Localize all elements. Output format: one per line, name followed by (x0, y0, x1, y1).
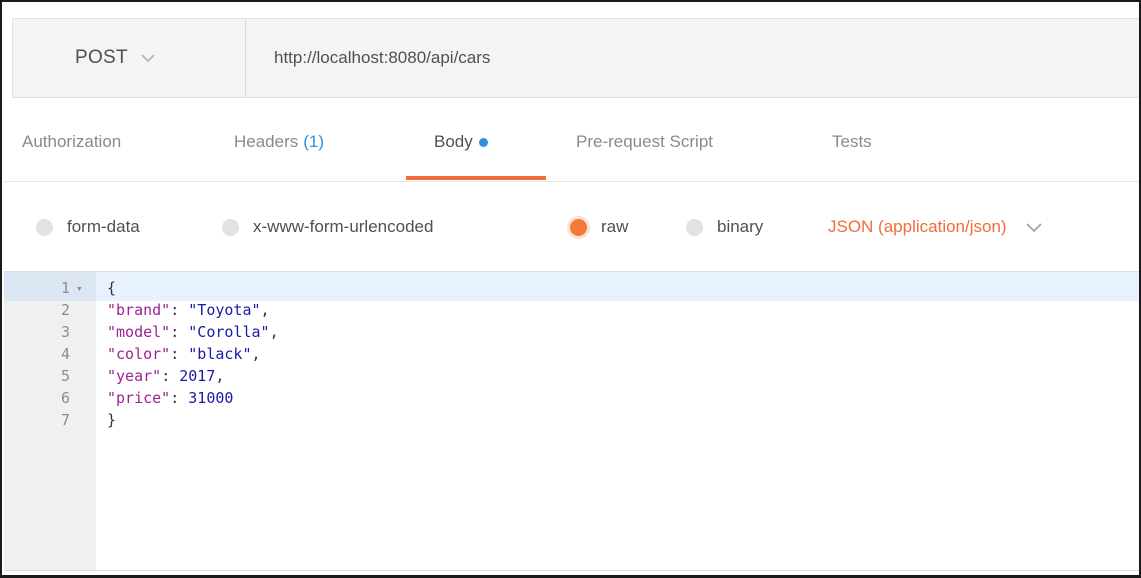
code-text: "model": "Corolla", (107, 322, 279, 343)
line-number: 7 (60, 411, 70, 429)
tab-label: Tests (832, 132, 872, 151)
content-type-label: JSON (application/json) (828, 217, 1007, 236)
code-text: "brand": "Toyota", (107, 300, 270, 321)
active-tab-indicator (406, 176, 546, 180)
tab-label: Body (434, 132, 473, 151)
tab-tests[interactable]: Tests (832, 102, 872, 182)
line-number: 3 (60, 323, 70, 341)
tab-label: Pre-request Script (576, 132, 713, 151)
code-text: "year": 2017, (107, 366, 224, 387)
tab-label: Authorization (22, 132, 122, 151)
radio-x-www-form-urlencoded[interactable]: x-www-form-urlencoded (222, 183, 433, 271)
method-select[interactable]: POST (13, 19, 245, 97)
json-punctuation: , (215, 367, 225, 385)
chevron-down-icon (1025, 218, 1043, 236)
code-editor[interactable]: 1 ▾ {2 "brand": "Toyota", 3 "model": "Corolla… (4, 271, 1139, 571)
radio-form-data[interactable]: form-data (36, 183, 140, 271)
json-punctuation: , (251, 345, 261, 363)
postman-request-panel: POST http://localhost:8080/api/cars Auth… (0, 0, 1141, 578)
code-line: 1 ▾ { (4, 278, 1139, 299)
code-line: 3 "model": "Corolla", (4, 322, 1139, 343)
json-value: "black" (188, 345, 252, 363)
radio-binary[interactable]: binary (686, 183, 763, 271)
tab-authorization[interactable]: Authorization (22, 102, 121, 182)
json-key: "model" (107, 323, 171, 341)
radio-unchecked-icon[interactable] (222, 218, 239, 236)
code-text: "color": "black", (107, 344, 261, 365)
json-punctuation: : (170, 301, 189, 319)
fold-toggle-icon[interactable]: ▾ (76, 278, 83, 299)
radio-unchecked-icon[interactable] (686, 218, 703, 236)
json-punctuation: : (170, 345, 189, 363)
json-value: 31000 (188, 389, 234, 407)
code-text: "price": 31000 (107, 388, 233, 409)
tab-body[interactable]: Body (434, 102, 488, 182)
json-punctuation: : (161, 367, 180, 385)
headers-count-badge: (1) (303, 132, 325, 151)
tab-label: Headers (234, 132, 299, 151)
json-punctuation: , (269, 323, 279, 341)
code-text: } (107, 410, 116, 431)
url-input[interactable]: http://localhost:8080/api/cars (246, 19, 1139, 97)
body-type-selector: form-data x-www-form-urlencoded raw bina… (4, 183, 1139, 271)
json-punctuation: } (107, 411, 117, 429)
radio-unchecked-icon[interactable] (36, 218, 53, 236)
code-line: 5 "year": 2017, (4, 366, 1139, 387)
code-text: { (107, 278, 116, 299)
code-line: 7} (4, 410, 1139, 431)
content-type-dropdown[interactable]: JSON (application/json) (828, 183, 1043, 271)
line-number: 2 (60, 301, 70, 319)
tab-pre-request-script[interactable]: Pre-request Script (576, 102, 713, 182)
code-line: 2 "brand": "Toyota", (4, 300, 1139, 321)
json-key: "price" (107, 389, 171, 407)
radio-label: x-www-form-urlencoded (253, 217, 434, 236)
radio-label: binary (717, 217, 764, 236)
json-punctuation: , (260, 301, 270, 319)
radio-label: form-data (67, 217, 140, 236)
line-number: 1 (60, 279, 70, 297)
chevron-down-icon (140, 50, 156, 66)
json-value: 2017 (179, 367, 216, 385)
request-tabs: Authorization Headers (1) Body Pre-reque… (4, 102, 1139, 182)
radio-label: raw (601, 217, 629, 236)
line-number: 6 (60, 389, 70, 407)
json-punctuation: { (107, 279, 117, 297)
json-key: "color" (107, 345, 171, 363)
json-punctuation: : (170, 323, 189, 341)
dot-icon (478, 137, 488, 147)
line-number: 5 (60, 367, 70, 385)
radio-checked-icon[interactable] (570, 218, 587, 236)
code-line: 4 "color": "black", (4, 344, 1139, 365)
json-value: "Toyota" (188, 301, 261, 319)
json-value: "Corolla" (188, 323, 270, 341)
json-punctuation: : (170, 389, 189, 407)
tab-headers[interactable]: Headers (1) (234, 102, 324, 182)
radio-raw[interactable]: raw (570, 183, 628, 271)
url-bar: POST http://localhost:8080/api/cars (12, 18, 1139, 98)
code-line: 6 "price": 31000 (4, 388, 1139, 409)
json-key: "year" (107, 367, 162, 385)
json-key: "brand" (107, 301, 171, 319)
line-number: 4 (60, 345, 70, 363)
method-label: POST (75, 47, 128, 68)
